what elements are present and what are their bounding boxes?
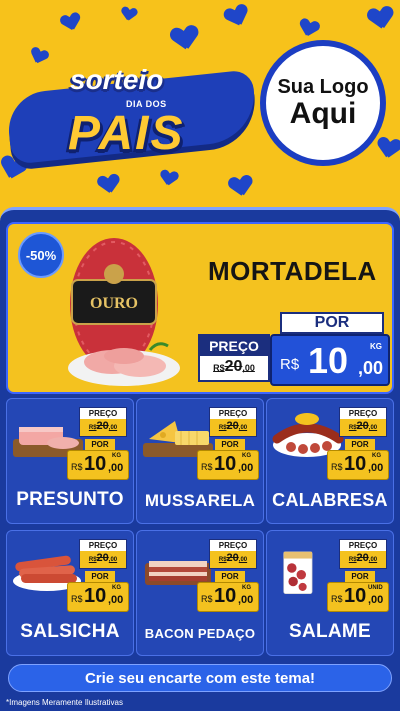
por-label: POR [345, 439, 375, 450]
heart-icon [160, 170, 178, 187]
old-price: R$20,00 [88, 420, 118, 432]
product-price: R$ 10,00 UNID [327, 582, 389, 612]
por-label: POR [280, 312, 384, 334]
logo-line2: Aqui [289, 97, 357, 130]
disclaimer: *Imagens Meramente Ilustrativas [6, 698, 123, 707]
preco-label: PREÇO [340, 540, 386, 551]
package-brand: OURO [90, 295, 138, 312]
logo-placeholder[interactable]: Sua Logo Aqui [260, 40, 386, 166]
por-label: POR [85, 439, 115, 450]
heart-icon [368, 6, 395, 31]
featured-price: R$ 10 ,00 KG [270, 334, 390, 386]
product-price: R$ 10,00 KG [67, 582, 129, 612]
por-label: POR [345, 571, 375, 582]
preco-label: PREÇO [210, 540, 256, 551]
preco-label: PREÇO [200, 336, 268, 356]
header: sorteio DIA DOS PAIS Sua Logo Aqui [0, 0, 400, 210]
heart-icon [224, 3, 251, 28]
price-decimal: ,00 [358, 358, 384, 378]
heart-icon [171, 25, 200, 51]
old-price-box: PREÇO R$20,00 [339, 539, 387, 569]
por-label: POR [85, 571, 115, 582]
product-card[interactable]: PREÇO R$20,00 POR R$ 10,00 UNID SALAME [266, 530, 394, 656]
featured-offer[interactable]: -50% OURO MORTADELA PREÇO R$20,00 POR R$… [6, 222, 394, 394]
product-name: SALSICHA [20, 621, 120, 642]
create-flyer-button[interactable]: Crie seu encarte com este tema! [8, 664, 392, 692]
product-card[interactable]: PREÇO R$20,00 POR R$ 10,00 KG CALABRESA [266, 398, 394, 524]
preco-label: PREÇO [340, 408, 386, 419]
old-price-box: PREÇO R$20,00 [209, 407, 257, 437]
heart-icon [60, 12, 82, 32]
heart-icon [298, 18, 320, 38]
price-unit: KG [370, 342, 382, 351]
heart-icon [98, 174, 121, 195]
product-name: BACON PEDAÇO [144, 626, 256, 641]
old-price-box: PREÇO R$20,00 [79, 407, 127, 437]
product-price: R$ 10,00 KG [327, 450, 389, 480]
campaign-highlight: PAIS [68, 107, 185, 160]
logo-line1: Sua Logo [277, 76, 369, 98]
old-price: R$20,00 [348, 552, 378, 564]
heart-icon [377, 137, 400, 160]
product-card[interactable]: PREÇO R$20,00 POR R$ 10,00 KG SALSICHA [6, 530, 134, 656]
heart-icon [121, 6, 137, 21]
product-card[interactable]: PREÇO R$20,00 POR R$ 10,00 KG MUSSARELA [136, 398, 264, 524]
product-name: SALAME [288, 621, 372, 642]
preco-label: PREÇO [80, 408, 126, 419]
featured-product-name: MORTADELA [208, 256, 377, 286]
old-price: R$20,00 [218, 420, 248, 432]
product-price: R$ 10,00 KG [197, 582, 259, 612]
product-name: PRESUNTO [16, 489, 124, 510]
campaign-title: sorteio [70, 64, 164, 95]
product-card[interactable]: PREÇO R$20,00 POR R$ 10,00 KG PRESUNTO [6, 398, 134, 524]
por-label: POR [215, 571, 245, 582]
preco-label: PREÇO [210, 408, 256, 419]
currency: R$ [280, 356, 300, 373]
product-card[interactable]: PREÇO R$20,00 POR R$ 10,00 KG BACON PEDAÇO [136, 530, 264, 656]
old-price: R$20,00 [213, 358, 255, 375]
heart-icon [229, 175, 254, 198]
old-price: R$20,00 [88, 552, 118, 564]
product-name: CALABRESA [272, 490, 388, 510]
product-price: R$ 10,00 KG [67, 450, 129, 480]
old-price-box: PREÇO R$20,00 [198, 334, 270, 382]
mortadela-image: OURO [68, 238, 180, 386]
price-integer: 10 [308, 340, 349, 381]
old-price-box: PREÇO R$20,00 [209, 539, 257, 569]
por-label: POR [215, 439, 245, 450]
old-price: R$20,00 [218, 552, 248, 564]
old-price-box: PREÇO R$20,00 [79, 539, 127, 569]
product-price: R$ 10,00 KG [197, 450, 259, 480]
preco-label: PREÇO [80, 540, 126, 551]
old-price: R$20,00 [348, 420, 378, 432]
product-name: MUSSARELA [144, 491, 256, 510]
salame-image [283, 551, 313, 595]
campaign-banner: sorteio DIA DOS PAIS [5, 52, 259, 172]
old-price-box: PREÇO R$20,00 [339, 407, 387, 437]
